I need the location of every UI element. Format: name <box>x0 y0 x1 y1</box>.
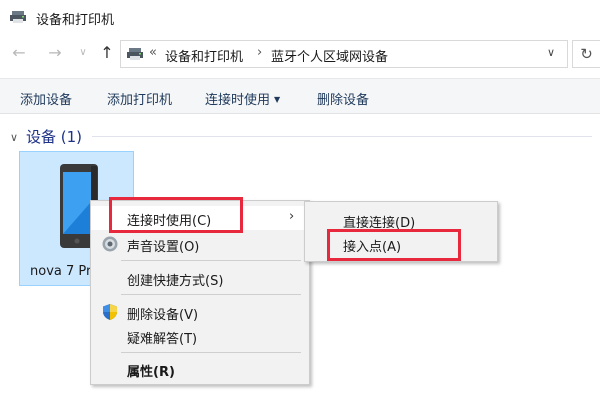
group-title: 设备 (1) <box>26 128 83 146</box>
navigation-bar: ← → ∨ ↑ « 设备和打印机 › 蓝牙个人区域网设备 ∨ ↻ <box>0 34 600 74</box>
group-divider <box>92 136 592 137</box>
highlight-box-access-point <box>327 229 461 261</box>
menu-item-troubleshoot[interactable]: 疑难解答(T) <box>91 324 309 348</box>
menu-item-label: 声音设置(O) <box>127 240 200 255</box>
back-button[interactable]: ← <box>8 42 30 64</box>
menu-separator <box>121 260 301 261</box>
title-bar: 设备和打印机 <box>0 0 600 34</box>
menu-item-properties[interactable]: 属性(R) <box>91 357 309 381</box>
use-when-connecting-label: 连接时使用 <box>205 93 271 108</box>
menu-item-label: 属性(R) <box>127 365 175 380</box>
menu-item-create-shortcut[interactable]: 创建快捷方式(S) <box>91 266 309 290</box>
speaker-icon <box>102 236 118 252</box>
up-button[interactable]: ↑ <box>96 42 118 64</box>
menu-item-label: 删除设备(V) <box>127 308 199 323</box>
menu-item-label: 创建快捷方式(S) <box>127 274 224 289</box>
submenu-arrow-icon: › <box>289 209 295 224</box>
dropdown-arrow-icon: ▼ <box>274 95 281 104</box>
collapse-chevron-icon: ∨ <box>10 131 19 144</box>
remove-device-button[interactable]: 删除设备 <box>317 89 369 108</box>
command-bar: 添加设备 添加打印机 连接时使用 ▼ 删除设备 <box>0 78 600 114</box>
recent-locations-button[interactable]: ∨ <box>72 42 94 64</box>
devices-printers-icon <box>10 11 26 23</box>
address-bar[interactable]: « 设备和打印机 › 蓝牙个人区域网设备 ∨ <box>120 40 568 68</box>
device-name: nova 7 Pr <box>30 264 92 279</box>
address-dropdown-icon[interactable]: ∨ <box>547 46 561 60</box>
uac-shield-icon <box>103 304 117 320</box>
menu-item-label: 疑难解答(T) <box>127 332 198 347</box>
use-when-connecting-button[interactable]: 连接时使用 ▼ <box>205 89 280 108</box>
refresh-button[interactable]: ↻ <box>572 40 600 68</box>
menu-item-remove-device[interactable]: 删除设备(V) <box>91 300 309 324</box>
breadcrumb-item-devices-printers[interactable]: 设备和打印机 <box>165 46 243 65</box>
highlight-box-use-when-connecting <box>109 197 243 233</box>
add-printer-button[interactable]: 添加打印机 <box>107 89 172 108</box>
add-device-button[interactable]: 添加设备 <box>20 89 72 108</box>
menu-item-sound-settings[interactable]: 声音设置(O) <box>91 232 309 256</box>
group-header-devices[interactable]: ∨ 设备 (1) <box>10 126 82 147</box>
breadcrumb-separator-icon[interactable]: › <box>257 45 262 60</box>
window-title: 设备和打印机 <box>36 13 115 28</box>
forward-button[interactable]: → <box>44 42 66 64</box>
breadcrumb-overflow-icon[interactable]: « <box>149 45 157 60</box>
devices-printers-icon <box>127 48 143 60</box>
breadcrumb-item-bluetooth-pan[interactable]: 蓝牙个人区域网设备 <box>271 46 388 65</box>
menu-separator <box>121 294 301 295</box>
menu-separator <box>121 352 301 353</box>
